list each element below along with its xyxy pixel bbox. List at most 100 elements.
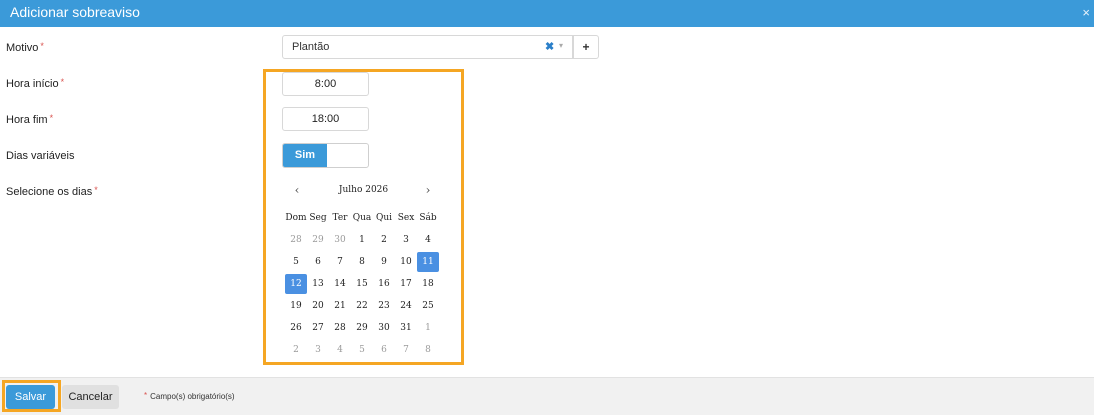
calendar-day-label: 4 — [425, 235, 431, 245]
cancel-button[interactable]: Cancelar — [62, 385, 119, 409]
calendar-day[interactable]: 3 — [307, 339, 329, 361]
calendar-week: 2 3 4 5 6 7 8 — [285, 339, 439, 361]
calendar-day[interactable]: 8 — [351, 251, 373, 273]
calendar-day[interactable]: 23 — [373, 295, 395, 317]
calendar-day-label: 1 — [425, 323, 431, 333]
weekday-row: Dom Seg Ter Qua Qui Sex Sáb — [285, 207, 439, 229]
calendar-day[interactable]: 9 — [373, 251, 395, 273]
calendar-day[interactable]: 4 — [417, 229, 439, 251]
calendar-day[interactable]: 7 — [329, 251, 351, 273]
calendar-day[interactable]: 28 — [285, 229, 307, 251]
weekday-header: Sáb — [419, 213, 437, 223]
calendar-day[interactable]: 4 — [329, 339, 351, 361]
required-marker: * — [94, 185, 98, 195]
calendar-day-label: 20 — [312, 301, 324, 311]
calendar-day[interactable]: 15 — [351, 273, 373, 295]
weekday-header: Dom — [285, 213, 307, 223]
calendar-day-label: 1 — [359, 235, 365, 245]
calendar-day[interactable]: 25 — [417, 295, 439, 317]
close-icon[interactable]: × — [1082, 5, 1090, 20]
calendar-day[interactable]: 22 — [351, 295, 373, 317]
calendar-day[interactable]: 24 — [395, 295, 417, 317]
calendar-day-label: 11 — [417, 252, 439, 272]
calendar-day[interactable]: 14 — [329, 273, 351, 295]
calendar-day-label: 26 — [290, 323, 302, 333]
calendar-day-label: 28 — [290, 235, 302, 245]
calendar-day-label: 5 — [293, 257, 299, 267]
calendar-day-label: 2 — [293, 345, 299, 355]
calendar-day[interactable]: 21 — [329, 295, 351, 317]
calendar-day[interactable]: 7 — [395, 339, 417, 361]
calendar-day[interactable]: 30 — [329, 229, 351, 251]
calendar-day-label: 25 — [422, 301, 434, 311]
dialog-titlebar: Adicionar sobreaviso × — [0, 0, 1094, 27]
calendar-day[interactable]: 20 — [307, 295, 329, 317]
calendar-day[interactable]: 28 — [329, 317, 351, 339]
calendar-day-label: 29 — [312, 235, 324, 245]
calendar-day[interactable]: 19 — [285, 295, 307, 317]
calendar-day-label: 3 — [315, 345, 321, 355]
calendar-day-label: 9 — [381, 257, 387, 267]
calendar-month-label: Julho 2026 — [338, 185, 389, 195]
calendar-day-label: 27 — [312, 323, 324, 333]
calendar-day[interactable]: 5 — [351, 339, 373, 361]
calendar-day[interactable]: 17 — [395, 273, 417, 295]
calendar-day-label: 7 — [403, 345, 409, 355]
calendar-day[interactable]: 26 — [285, 317, 307, 339]
calendar-day[interactable]: 6 — [373, 339, 395, 361]
calendar-day[interactable]: 10 — [395, 251, 417, 273]
calendar-day-label: 8 — [359, 257, 365, 267]
calendar-day[interactable]: 2 — [285, 339, 307, 361]
chevron-right-icon[interactable]: › — [421, 183, 435, 197]
add-motivo-button[interactable]: + — [573, 35, 599, 59]
calendar-day-label: 17 — [400, 279, 412, 289]
calendar-day[interactable]: 30 — [373, 317, 395, 339]
weekday-header: Ter — [332, 213, 348, 223]
calendar-day-label: 13 — [312, 279, 324, 289]
calendar-day-label: 30 — [334, 235, 346, 245]
calendar-day[interactable]: 11 — [417, 251, 439, 273]
save-button[interactable]: Salvar — [6, 385, 55, 409]
calendar-day[interactable]: 1 — [417, 317, 439, 339]
calendar-day-label: 4 — [337, 345, 343, 355]
calendar-day-label: 6 — [381, 345, 387, 355]
weekday-header: Sex — [397, 213, 415, 223]
calendar-day-label: 7 — [337, 257, 343, 267]
dias-variaveis-label: Dias variáveis — [6, 150, 75, 162]
required-marker: * — [40, 41, 44, 51]
motivo-select[interactable]: Plantão ✖ ▾ — [282, 35, 573, 59]
calendar-day-label: 18 — [422, 279, 434, 289]
calendar-day-label: 12 — [285, 274, 307, 294]
calendar-day[interactable]: 12 — [285, 273, 307, 295]
calendar-day[interactable]: 29 — [351, 317, 373, 339]
dialog-title: Adicionar sobreaviso — [10, 4, 140, 20]
weekday-header: Qui — [375, 213, 393, 223]
calendar-day[interactable]: 3 — [395, 229, 417, 251]
selecione-dias-label: Selecione os dias * — [6, 185, 98, 198]
calendar-grid: Dom Seg Ter Qua Qui Sex Sáb 28 29 30 1 2 3 4 5 6 7 8 9 10 1… — [285, 207, 439, 361]
clear-icon[interactable]: ✖ — [545, 40, 554, 53]
hora-inicio-label: Hora início * — [6, 77, 65, 90]
calendar-day[interactable]: 6 — [307, 251, 329, 273]
calendar-day[interactable]: 13 — [307, 273, 329, 295]
calendar-day-label: 6 — [315, 257, 321, 267]
calendar-day[interactable]: 1 — [351, 229, 373, 251]
chevron-down-icon[interactable]: ▾ — [559, 41, 563, 50]
weekday-header: Qua — [352, 213, 372, 223]
required-note: * Campo(s) obrigatório(s) — [144, 391, 235, 401]
calendar-day[interactable]: 29 — [307, 229, 329, 251]
calendar-day[interactable]: 27 — [307, 317, 329, 339]
required-marker: * — [60, 77, 65, 87]
calendar-day[interactable]: 5 — [285, 251, 307, 273]
calendar-day-label: 31 — [400, 323, 412, 333]
calendar-day[interactable]: 8 — [417, 339, 439, 361]
calendar-week: 19 20 21 22 23 24 25 — [285, 295, 439, 317]
required-marker: * — [144, 391, 148, 400]
calendar-day-label: 30 — [378, 323, 390, 333]
calendar-day[interactable]: 2 — [373, 229, 395, 251]
calendar-day-label: 23 — [378, 301, 390, 311]
calendar-day[interactable]: 16 — [373, 273, 395, 295]
calendar-day-label: 24 — [400, 301, 412, 311]
calendar-day[interactable]: 18 — [417, 273, 439, 295]
calendar-day[interactable]: 31 — [395, 317, 417, 339]
